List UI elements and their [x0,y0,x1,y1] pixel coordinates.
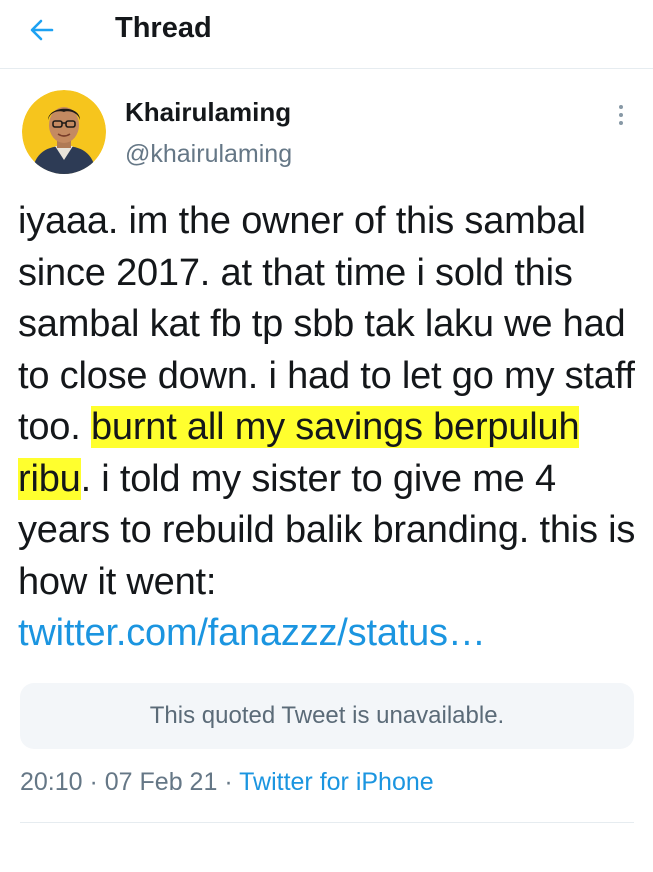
meta-separator: · [217,768,240,796]
arrow-left-icon [30,19,54,41]
tweet-text-part: . i told my sister to give me 4 years to… [18,457,636,603]
avatar[interactable] [22,90,106,174]
back-button[interactable] [22,10,62,50]
meta-separator: · [82,768,105,796]
tweet-source-link[interactable]: Twitter for iPhone [239,768,434,796]
author-handle[interactable]: @khairulaming [125,140,292,169]
page-title: Thread [115,12,212,44]
tweet-text: iyaaa. im the owner of this sambal since… [18,196,643,660]
tweet-time: 20:10 [20,768,83,796]
tweet-meta: 20:10 · 07 Feb 21 · Twitter for iPhone [20,768,434,797]
thread-header: Thread [0,0,653,69]
tweet-date: 07 Feb 21 [104,768,218,796]
more-options-button[interactable] [604,95,638,135]
avatar-photo [22,90,106,174]
author-name[interactable]: Khairulaming [125,97,291,128]
quoted-unavailable-text: This quoted Tweet is unavailable. [149,702,505,729]
quoted-tweet-unavailable: This quoted Tweet is unavailable. [20,683,634,749]
tweet-link[interactable]: twitter.com/fanazzz/status… [18,612,486,654]
divider [20,822,634,823]
more-vertical-icon [619,105,623,125]
